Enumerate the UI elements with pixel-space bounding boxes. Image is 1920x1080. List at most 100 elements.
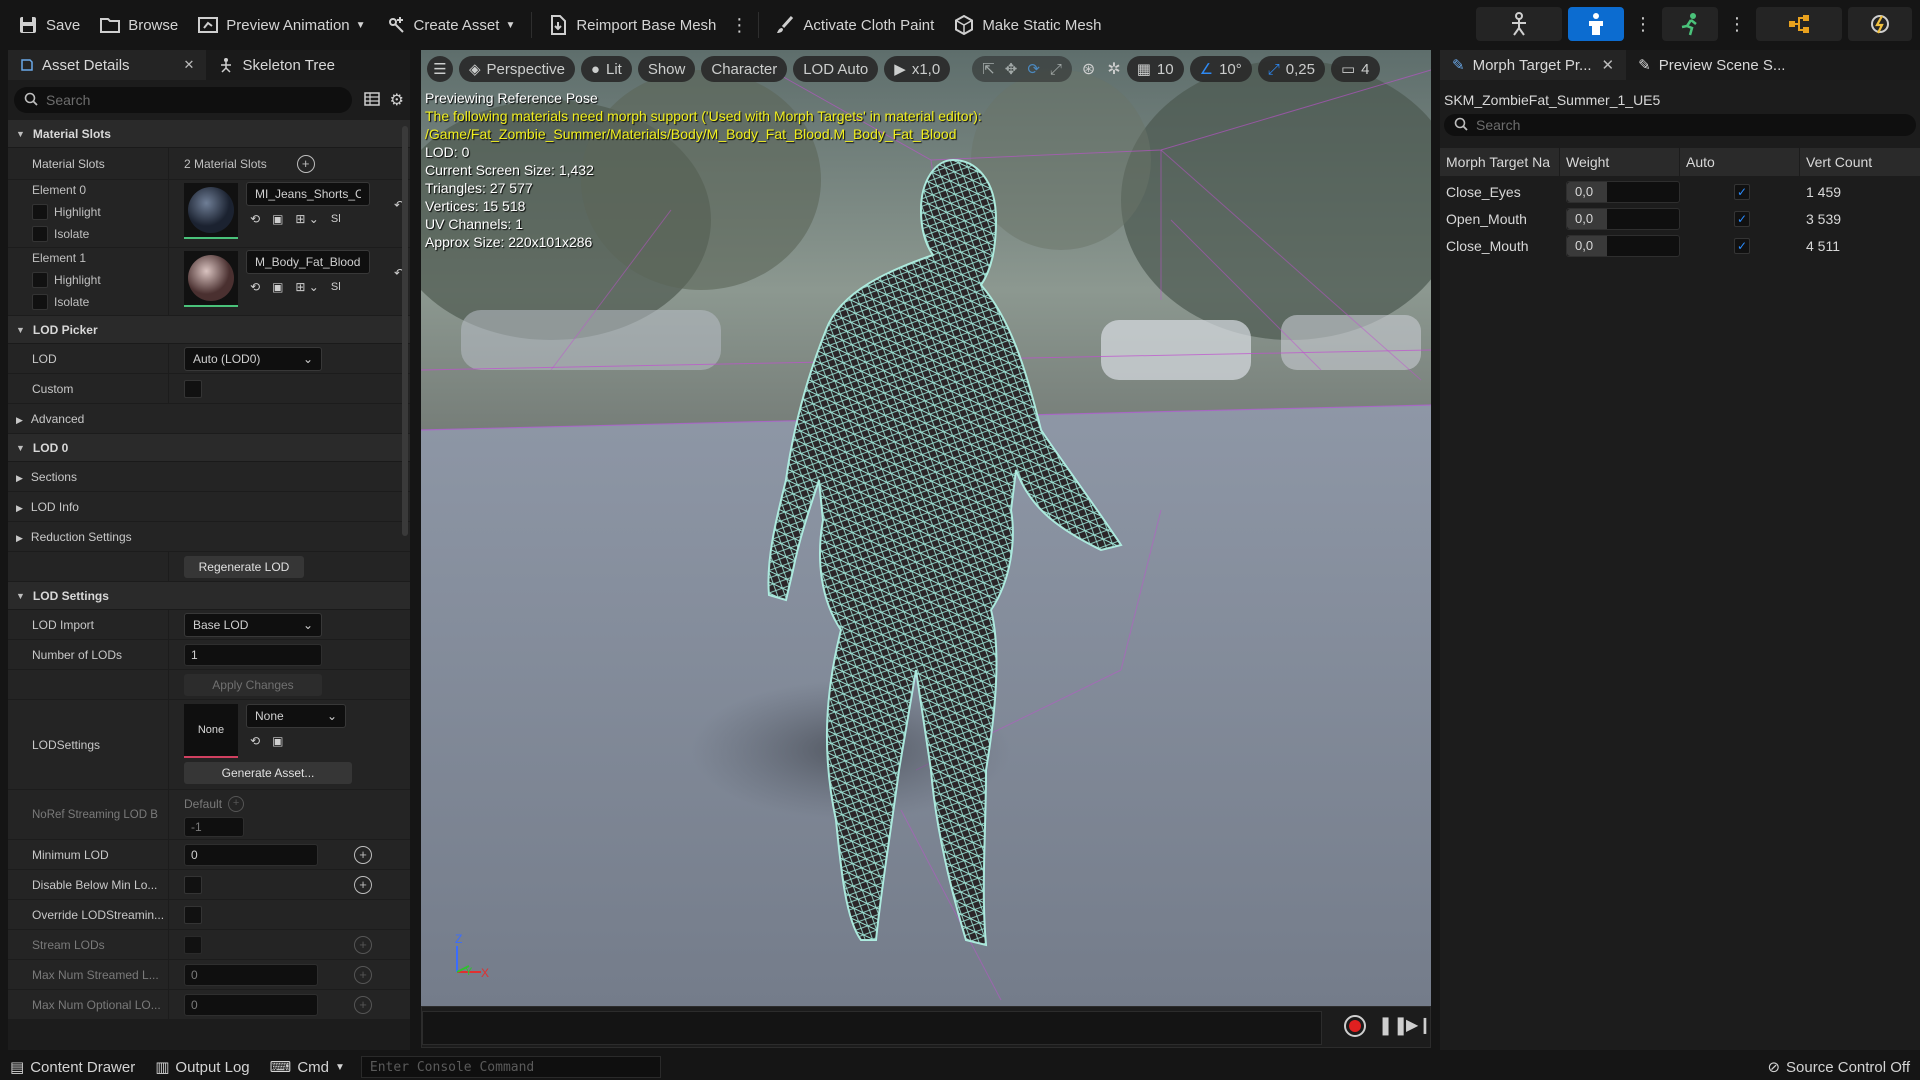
use-selected-asset-icon[interactable]: ▣ — [272, 280, 283, 294]
details-scrollbar[interactable] — [402, 126, 408, 536]
animation-mode-options-icon[interactable]: ⋮ — [1724, 7, 1750, 41]
lodsettings-thumbnail[interactable]: None — [184, 704, 238, 758]
activate-cloth-paint-button[interactable]: Activate Cloth Paint — [765, 7, 944, 43]
preview-animation-button[interactable]: Preview Animation ▼ — [188, 7, 375, 43]
character-button[interactable]: Character — [701, 56, 788, 82]
mesh-mode-button[interactable] — [1568, 7, 1624, 41]
source-control-button[interactable]: ⊘ Source Control Off — [1757, 1054, 1920, 1080]
column-header-name[interactable]: Morph Target Na — [1440, 148, 1560, 176]
add-platform-override-button[interactable]: + — [354, 965, 372, 984]
timeline-track[interactable] — [422, 1011, 1322, 1045]
lod0-section[interactable]: ▼ LOD 0 — [8, 434, 410, 462]
reduction-settings-row[interactable]: ▶ Reduction Settings — [8, 522, 410, 552]
table-row[interactable]: Close_Mouth 0,0 ✓ 4 511 — [1440, 232, 1920, 259]
material-options-icon[interactable]: ⊞ ⌄ — [295, 212, 318, 226]
lod-settings-section[interactable]: ▼ LOD Settings — [8, 582, 410, 610]
close-icon[interactable]: ✕ — [1602, 56, 1615, 74]
minimum-lod-input[interactable]: 0 — [184, 843, 318, 866]
add-platform-override-button[interactable]: + — [354, 935, 372, 954]
skeleton-mode-button[interactable] — [1476, 7, 1562, 41]
custom-checkbox[interactable] — [184, 379, 202, 398]
auto-checkbox[interactable]: ✓ — [1734, 210, 1750, 227]
generate-asset-button[interactable]: Generate Asset... — [184, 762, 352, 784]
move-icon[interactable]: ✥ — [1005, 60, 1018, 78]
override-lod-streaming-checkbox[interactable] — [184, 905, 202, 924]
mesh-mode-options-icon[interactable]: ⋮ — [1630, 7, 1656, 41]
tab-asset-details[interactable]: Asset Details ✕ — [8, 50, 207, 80]
table-row[interactable]: Close_Eyes 0,0 ✓ 1 459 — [1440, 178, 1920, 205]
viewport-options-button[interactable]: ☰ — [427, 56, 453, 82]
lodsettings-picker[interactable]: None ⌄ — [246, 704, 346, 728]
auto-checkbox[interactable]: ✓ — [1734, 183, 1750, 200]
grid-snap-button[interactable]: ▦ 10 — [1126, 56, 1184, 82]
add-platform-override-button[interactable]: + — [354, 875, 372, 894]
browse-to-asset-icon[interactable]: ⟲ — [250, 734, 260, 748]
physics-mode-button[interactable] — [1848, 7, 1912, 41]
add-platform-override-button[interactable]: + — [354, 995, 372, 1014]
more-options-icon[interactable]: ⋮ — [726, 15, 752, 36]
max-num-optional-input[interactable]: 0 — [184, 993, 318, 1016]
material-picker[interactable]: MI_Jeans_Shorts_Cus — [246, 182, 370, 206]
material-options-icon[interactable]: ⊞ ⌄ — [295, 280, 318, 294]
rotate-icon[interactable]: ⟳ — [1027, 60, 1040, 78]
advanced-row[interactable]: ▶ Advanced — [8, 404, 410, 434]
animation-mode-button[interactable] — [1662, 7, 1718, 41]
column-header-vert-count[interactable]: Vert Count — [1800, 148, 1920, 176]
tab-morph-target-preview[interactable]: ✎ Morph Target Pr... ✕ — [1440, 50, 1627, 80]
lod-info-row[interactable]: ▶ LOD Info — [8, 492, 410, 522]
cmd-dropdown[interactable]: ⌨ Cmd ▼ — [260, 1054, 355, 1080]
scale-snap-button[interactable]: ⤢ 0,25 — [1257, 56, 1325, 82]
camera-speed-button[interactable]: ▭ 4 — [1330, 56, 1380, 82]
material-picker[interactable]: M_Body_Fat_Blood — [246, 250, 370, 274]
preview-viewport[interactable]: ☰ ◈ Perspective ● Lit Show Character LOD A… — [421, 50, 1431, 1010]
use-selected-asset-icon[interactable]: ▣ — [272, 212, 283, 226]
column-header-weight[interactable]: Weight — [1560, 148, 1680, 176]
auto-checkbox[interactable]: ✓ — [1734, 237, 1750, 254]
use-selected-asset-icon[interactable]: ▣ — [272, 734, 283, 748]
lod-picker-section[interactable]: ▼ LOD Picker — [8, 316, 410, 344]
disable-below-min-checkbox[interactable] — [184, 875, 202, 894]
tab-skeleton-tree[interactable]: Skeleton Tree — [206, 50, 347, 80]
browse-button[interactable]: Browse — [90, 7, 188, 43]
lit-button[interactable]: ● Lit — [580, 56, 632, 82]
make-static-mesh-button[interactable]: Make Static Mesh — [944, 7, 1111, 43]
bone-icon[interactable]: ⊛ — [1082, 59, 1095, 79]
play-speed-button[interactable]: ▶ x1,0 — [884, 56, 951, 82]
table-row[interactable]: Open_Mouth 0,0 ✓ 3 539 — [1440, 205, 1920, 232]
material-slots-section[interactable]: ▼ Material Slots — [8, 120, 410, 148]
lod-import-dropdown[interactable]: Base LOD ⌄ — [184, 612, 322, 637]
highlight-checkbox[interactable] — [32, 272, 48, 288]
settings-gear-icon[interactable]: ⚙ — [390, 90, 404, 110]
table-view-icon[interactable] — [363, 91, 380, 109]
highlight-checkbox[interactable] — [32, 204, 48, 220]
sections-row[interactable]: ▶ Sections — [8, 462, 410, 492]
add-platform-override-button[interactable]: + — [354, 845, 372, 864]
stream-lods-checkbox[interactable] — [184, 935, 202, 954]
lod-auto-button[interactable]: LOD Auto — [793, 56, 879, 82]
browse-to-asset-icon[interactable]: ⟲ — [250, 280, 260, 294]
create-asset-button[interactable]: Create Asset ▼ — [376, 7, 526, 43]
add-platform-override-button[interactable]: + — [228, 795, 245, 812]
weight-slider[interactable]: 0,0 — [1566, 234, 1680, 257]
perspective-button[interactable]: ◈ Perspective — [459, 56, 575, 82]
morph-search-input[interactable]: Search — [1444, 114, 1916, 136]
close-icon[interactable]: ✕ — [184, 57, 195, 73]
lod-dropdown[interactable]: Auto (LOD0) ⌄ — [184, 346, 322, 371]
weight-slider[interactable]: 0,0 — [1566, 207, 1680, 230]
number-of-lods-input[interactable]: 1 — [184, 643, 322, 666]
select-icon[interactable]: ⇱ — [982, 60, 995, 78]
reimport-base-mesh-button[interactable]: Reimport Base Mesh — [538, 7, 726, 43]
isolate-checkbox[interactable] — [32, 226, 48, 242]
record-button[interactable] — [1344, 1015, 1366, 1037]
column-header-auto[interactable]: Auto — [1680, 148, 1800, 176]
material-thumbnail[interactable] — [184, 183, 238, 239]
output-log-button[interactable]: ▥ Output Log — [145, 1054, 259, 1080]
step-forward-icon[interactable]: ▶❙ — [1406, 1015, 1432, 1035]
browse-to-asset-icon[interactable]: ⟲ — [250, 212, 260, 226]
details-search-input[interactable]: Search — [14, 87, 352, 113]
rotation-snap-button[interactable]: ∠ 10° — [1189, 56, 1252, 82]
isolate-checkbox[interactable] — [32, 294, 48, 310]
content-drawer-button[interactable]: ▤ Content Drawer — [0, 1054, 145, 1080]
max-num-streamed-input[interactable]: 0 — [184, 963, 318, 986]
show-button[interactable]: Show — [637, 56, 696, 82]
